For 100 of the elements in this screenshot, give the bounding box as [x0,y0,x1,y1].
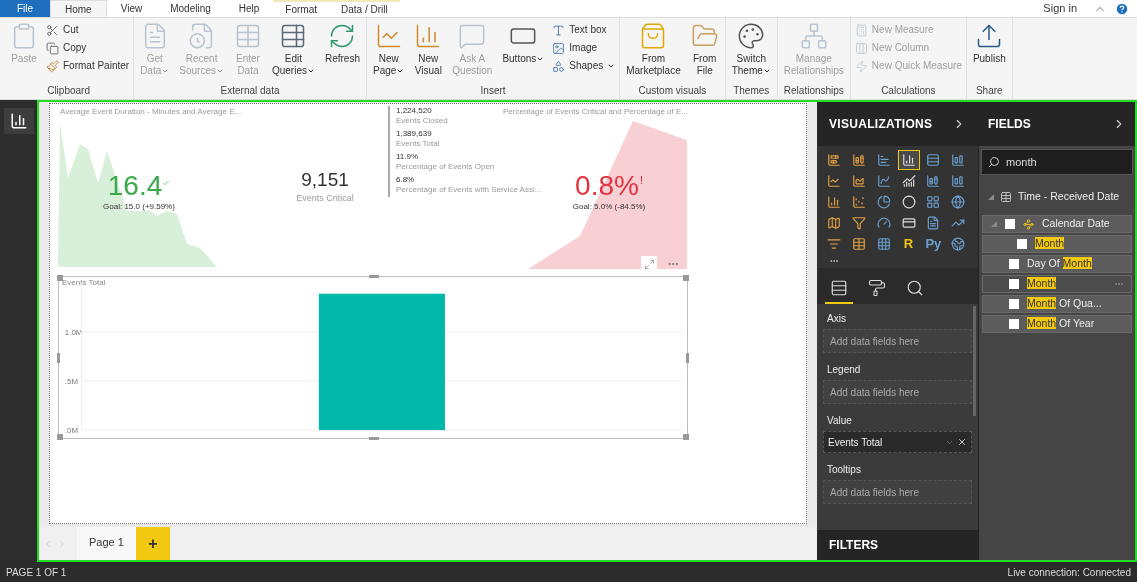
ribbon-button[interactable]: Edit Queries [269,22,317,77]
ribbon-button[interactable]: New Visual [412,22,445,77]
drop-zone[interactable]: Add data fields here [823,329,972,353]
paintbrush-icon [46,59,59,73]
checkbox[interactable] [1009,259,1019,269]
ribbon-button[interactable]: Publish [970,22,1008,65]
field-row[interactable]: Month Of Year [982,315,1132,333]
help-icon[interactable] [1115,1,1129,16]
focus-mode-icon[interactable] [643,258,655,270]
table-icon [1000,191,1012,203]
kpi-title: Average Event Duration - Minutes and Average E... [60,106,242,118]
ribbon-button[interactable]: Switch Theme [729,22,773,77]
visual-type-button[interactable]: R [897,234,920,254]
multi-row-card-icon [926,216,941,230]
table-name: Time - Received Date [1018,189,1120,205]
table-icon [851,237,866,251]
checkbox[interactable] [1009,319,1019,329]
well-field[interactable]: Events Total [823,431,972,453]
drop-zone[interactable]: Add data fields here [823,480,972,504]
axis-label: .5M [64,377,78,386]
card-label: Percentage of Events Open [396,162,495,172]
drop-zone[interactable]: Add data fields here [823,380,972,404]
resize-handle[interactable] [57,353,60,363]
ribbon-button[interactable]: Refresh [322,22,362,65]
add-page-button[interactable]: + [135,527,170,560]
matrix-icon [876,237,891,251]
network-icon [799,22,828,50]
resize-handle[interactable] [369,437,379,440]
ribbon-button[interactable]: Shapes [552,58,616,74]
well-label: Tooltips [826,463,862,477]
field-name: Month [1035,236,1065,252]
field-row[interactable]: Month [982,275,1132,293]
group-label: External data [220,84,280,98]
card-value: 11.9% [396,152,419,162]
ribbon-button[interactable]: Format Painter [46,58,130,74]
combo-chart-icon [926,174,941,188]
expand-triangle-icon[interactable] [988,194,994,200]
well-label: Legend [826,363,862,377]
kpi-title: Percentage of Events Critical and Percentage of E... [503,106,688,118]
columns-icon [854,41,868,55]
checkbox[interactable] [1005,219,1015,229]
line-chart-icon [827,174,841,188]
pane-title: FIELDS [988,116,1031,133]
ribbon-button[interactable]: From Marketplace [624,22,683,77]
globe-icon [951,237,966,251]
checkbox[interactable] [1017,239,1027,249]
resize-handle[interactable] [369,275,379,278]
card-label: Percentage of Events with Service Assi... [396,185,542,195]
checkbox[interactable] [1009,279,1019,289]
field-name: Day Of Month [1027,256,1092,272]
ribbon-tab[interactable]: Home [50,0,107,17]
scrollbar[interactable] [973,306,976,416]
palette-icon [737,22,766,50]
slicer-icon [827,237,841,251]
search-icon [988,156,1000,168]
area-chart-icon [876,174,891,188]
combo-chart-icon [901,174,916,188]
search-field[interactable]: month [981,149,1133,175]
ribbon-button[interactable]: New Page [371,22,407,77]
remove-icon[interactable] [957,437,967,447]
check-icon [162,178,171,187]
ribbon-button[interactable]: Cut [46,22,130,38]
ribbon-tab[interactable]: File [0,0,50,17]
ribbon-button[interactable]: Image [552,40,616,56]
page-tab[interactable]: Page 1 [77,527,136,560]
area-chart-icon [851,174,866,188]
stacked-column-chart-icon [851,153,866,167]
resize-handle[interactable] [57,434,63,440]
chart-title: Events Total [62,278,106,287]
field-row[interactable]: Day Of Month [982,255,1132,273]
text-box-icon [552,23,566,37]
visual-type-button[interactable] [897,150,920,170]
resize-handle[interactable] [686,353,689,363]
group-label: Share [975,84,1003,98]
ribbon-button[interactable]: Copy [46,40,130,56]
chart-frame[interactable]: Events Total 1.0M .5M .0M [58,276,688,439]
visual-type-button[interactable]: Py [922,234,945,254]
field-row[interactable]: Month [982,235,1132,253]
ribbon-button[interactable]: From File [688,22,721,77]
pane-title: VISUALIZATIONS [829,116,933,133]
view-button[interactable] [3,108,34,134]
resize-handle[interactable] [683,434,689,440]
map-icon [827,216,841,230]
field-row[interactable]: Month Of Qua... [982,295,1132,313]
kpi-value: 0.8% [575,170,639,201]
resize-handle[interactable] [683,275,689,281]
field-row[interactable]: Calendar Date [982,215,1132,233]
column-chart-icon [901,153,916,167]
image-icon [552,41,566,55]
kpi-value: 16.4 [107,170,163,201]
hierarchy-icon [1023,218,1034,230]
shapes-icon [552,59,566,73]
ribbon-button[interactable]: Buttons [500,22,547,65]
ribbon-button[interactable]: Text box [552,22,616,38]
sign-in-link[interactable]: Sign in [1037,0,1083,17]
calculator-icon [854,23,868,37]
resize-handle[interactable] [57,275,63,281]
well-label: Axis [826,312,847,326]
checkbox[interactable] [1009,299,1019,309]
paint-roller-icon [868,279,886,297]
